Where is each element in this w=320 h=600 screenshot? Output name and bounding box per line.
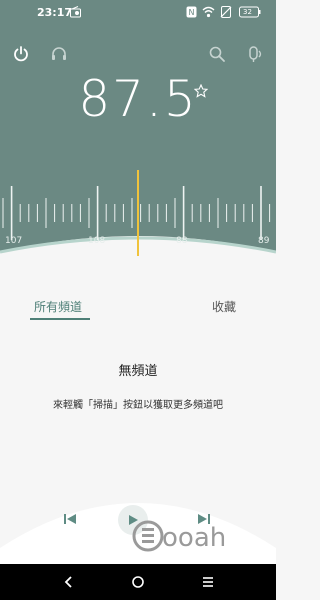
recent-apps-button[interactable]	[200, 574, 216, 594]
dial-label: 108	[88, 236, 106, 246]
frequency-display: 87.5	[78, 70, 198, 128]
svg-text:N: N	[189, 8, 195, 17]
back-icon	[64, 576, 72, 588]
star-outline-icon	[193, 83, 209, 98]
headphones-icon	[52, 47, 66, 60]
watermark: ooah	[132, 500, 274, 564]
empty-state-title: 無頻道	[118, 364, 158, 379]
svg-text:ooah: ooah	[162, 523, 226, 553]
favorite-button[interactable]	[193, 83, 209, 102]
tuning-dial[interactable]	[0, 168, 276, 258]
skip-previous-icon	[64, 514, 76, 524]
sim-off-icon	[220, 6, 232, 18]
tab-all-channels[interactable]: 所有頻道	[34, 298, 82, 315]
dial-label: 89	[258, 236, 270, 246]
record-icon	[249, 46, 262, 62]
navigation-bar	[0, 564, 276, 600]
search-icon	[209, 46, 225, 62]
dial-label: 107	[5, 236, 23, 246]
home-button[interactable]	[130, 574, 146, 594]
headset-button[interactable]	[49, 44, 69, 64]
back-button[interactable]	[62, 574, 76, 594]
power-icon	[14, 46, 28, 62]
battery-level: 32	[243, 8, 252, 16]
status-time: 23:17	[37, 6, 73, 19]
record-button[interactable]	[245, 44, 265, 64]
menu-icon	[203, 577, 213, 587]
search-button[interactable]	[207, 44, 227, 64]
radio-app-icon	[70, 6, 81, 18]
empty-state-hint: 來輕觸「掃描」按鈕以獲取更多頻道吧	[53, 400, 223, 411]
status-bar: 23:17 N 32	[0, 0, 276, 26]
qooah-logo-icon: ooah	[132, 520, 226, 553]
active-tab-indicator	[30, 318, 90, 320]
dial-label: 88	[176, 236, 188, 246]
tab-favorites[interactable]: 收藏	[212, 298, 236, 315]
home-icon	[132, 576, 144, 588]
wifi-icon	[202, 6, 215, 18]
power-button[interactable]	[11, 44, 31, 64]
nfc-icon: N	[186, 6, 197, 18]
previous-button[interactable]	[62, 511, 78, 531]
